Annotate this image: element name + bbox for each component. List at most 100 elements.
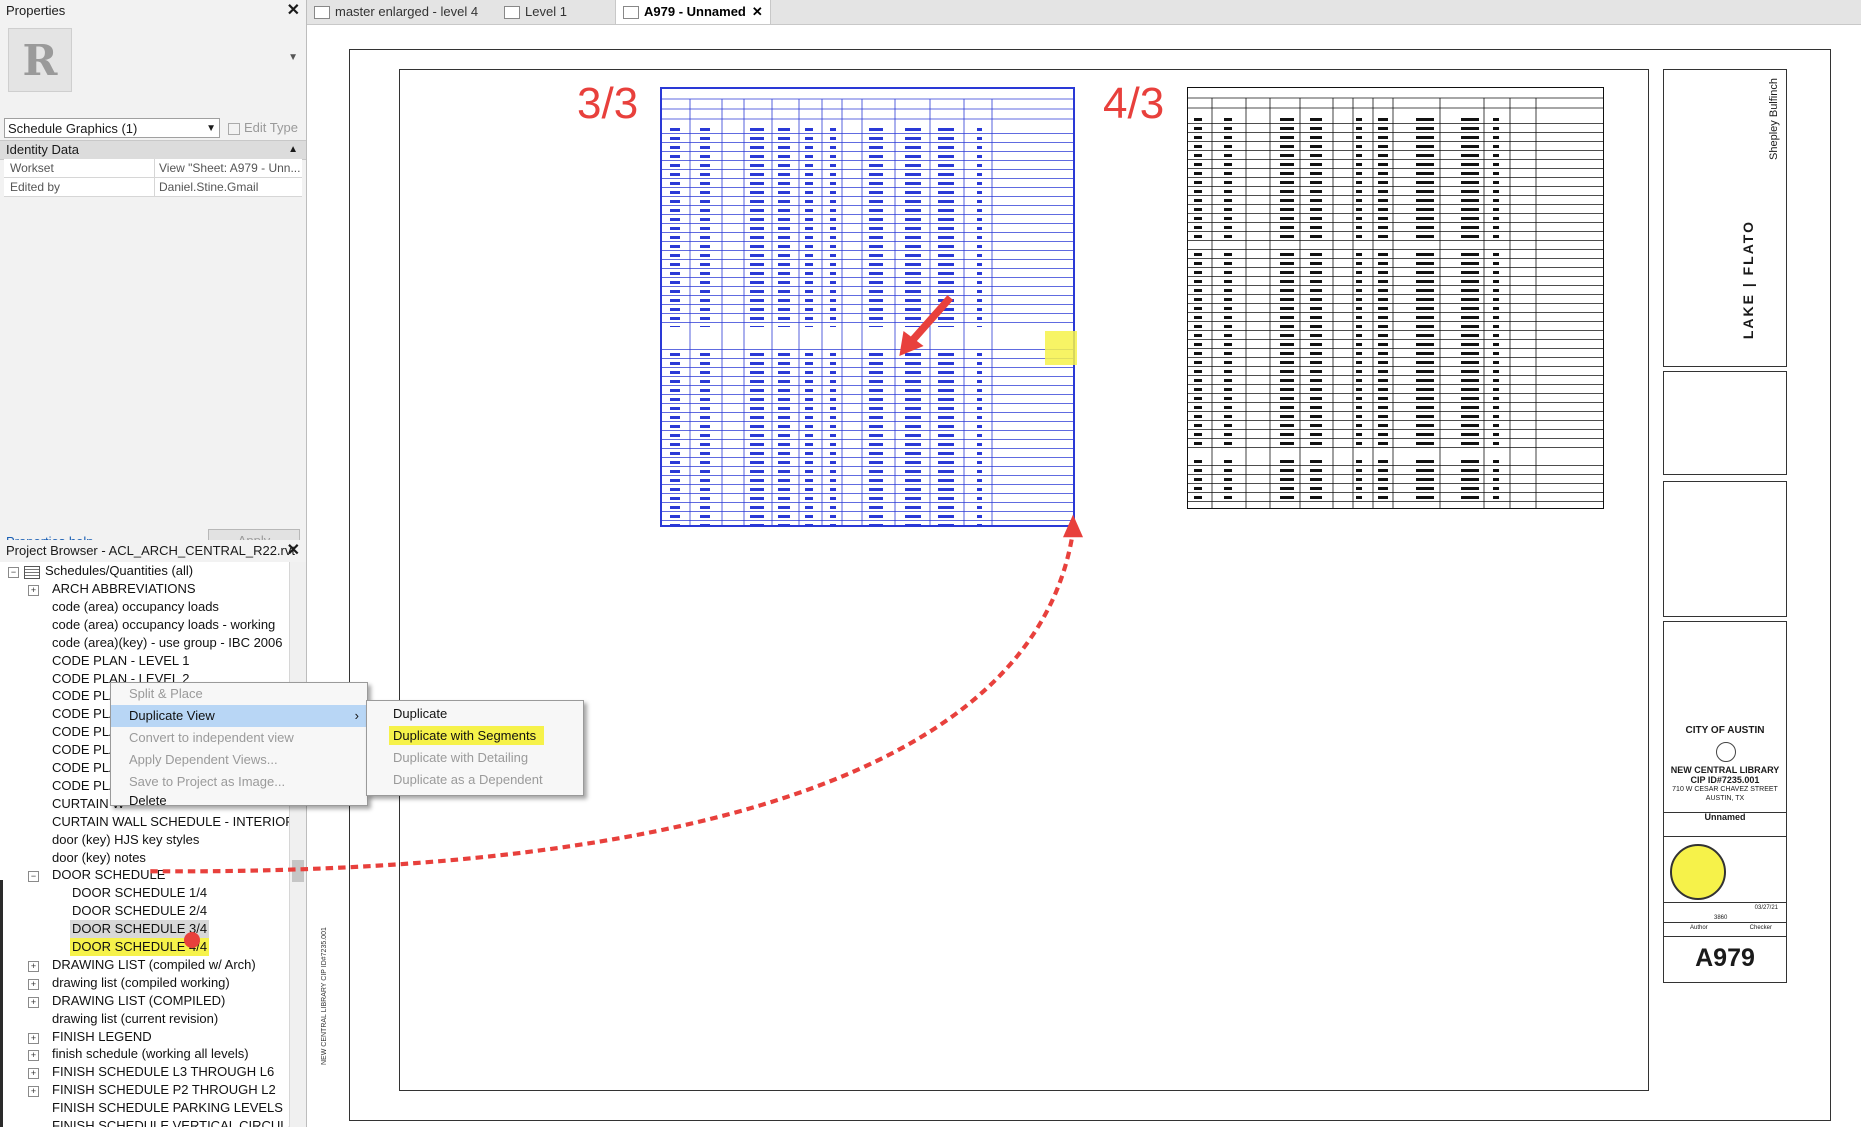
- schedule-icon: [24, 566, 40, 579]
- schedule-grid: [1188, 97, 1603, 508]
- segment-label-right: 4/3: [1103, 79, 1165, 128]
- segment-label-left: 3/3: [577, 79, 639, 128]
- schedule-segment-3[interactable]: [660, 87, 1075, 527]
- collapse-icon[interactable]: −: [8, 567, 19, 578]
- tree-item[interactable]: finish schedule (working all levels): [50, 1045, 251, 1063]
- divider: [1664, 902, 1786, 903]
- menu-item-save-as-image[interactable]: Save to Project as Image...: [111, 771, 367, 793]
- submenu-item-duplicate-as-dependent[interactable]: Duplicate as a Dependent: [367, 769, 583, 791]
- menu-item-delete[interactable]: Delete: [111, 793, 367, 809]
- close-icon[interactable]: ✕: [287, 540, 300, 562]
- title-block-revisions: [1663, 481, 1787, 617]
- tree-item[interactable]: DOOR SCHEDULE: [50, 866, 167, 884]
- tree-item[interactable]: FINISH LEGEND: [50, 1028, 154, 1046]
- edit-type-label: Edit Type: [244, 120, 298, 135]
- tree-item[interactable]: code (area) occupancy loads - working: [50, 616, 277, 634]
- tree-item[interactable]: drawing list (compiled working): [50, 974, 232, 992]
- drawn-by: Author: [1690, 925, 1708, 931]
- expand-icon[interactable]: +: [28, 978, 39, 990]
- close-icon[interactable]: ✕: [287, 0, 300, 22]
- project-browser-scrollbar[interactable]: [289, 562, 306, 1127]
- tree-item[interactable]: FINISH SCHEDULE VERTICAL CIRCULATION: [50, 1117, 290, 1127]
- firm-name-2: LAKE | FLATO: [1740, 220, 1756, 340]
- menu-item-split-place[interactable]: Split & Place: [111, 683, 367, 705]
- type-selector-value: Schedule Graphics (1): [8, 121, 138, 136]
- property-value: Daniel.Stine.Gmail: [154, 178, 302, 196]
- window-edge: [0, 880, 3, 1127]
- property-row-edited-by[interactable]: Edited by Daniel.Stine.Gmail: [4, 178, 302, 197]
- submenu-item-duplicate-with-detailing[interactable]: Duplicate with Detailing: [367, 747, 583, 769]
- tree-item[interactable]: FINISH SCHEDULE L3 THROUGH L6: [50, 1063, 276, 1081]
- properties-header: Properties ✕: [0, 0, 306, 23]
- expand-icon[interactable]: +: [28, 1068, 39, 1080]
- chevron-down-icon[interactable]: ▼: [288, 52, 298, 63]
- expand-icon[interactable]: +: [28, 585, 39, 596]
- tree-root[interactable]: Schedules/Quantities (all): [45, 562, 193, 580]
- identity-data-label: Identity Data: [6, 142, 79, 157]
- menu-item-label: Split & Place: [129, 686, 203, 701]
- expand-icon[interactable]: +: [28, 1050, 39, 1062]
- menu-item-apply-dependent[interactable]: Apply Dependent Views...: [111, 749, 367, 771]
- sheet-icon: [623, 6, 639, 19]
- property-row-workset[interactable]: Workset View "Sheet: A979 - Unn...: [4, 159, 302, 178]
- tree-item[interactable]: DOOR SCHEDULE 2/4: [70, 902, 209, 920]
- project-browser-title: Project Browser - ACL_ARCH_CENTRAL_R22.r…: [6, 543, 295, 558]
- title-block-project: CITY OF AUSTIN NEW CENTRAL LIBRARY CIP I…: [1663, 621, 1787, 983]
- chevron-up-icon: ▲: [288, 144, 298, 155]
- tree-item[interactable]: DOOR SCHEDULE 1/4: [70, 884, 209, 902]
- checked-by: Checker: [1749, 925, 1772, 931]
- expand-icon[interactable]: +: [28, 1032, 39, 1044]
- expand-icon[interactable]: +: [28, 1086, 39, 1098]
- sheet-canvas[interactable]: NEW CENTRAL LIBRARY CIP ID#7235.001 3/3 …: [150, 25, 1861, 1127]
- tree-item[interactable]: DRAWING LIST (COMPILED): [50, 992, 227, 1010]
- type-selector[interactable]: Schedule Graphics (1) ▼: [4, 118, 220, 138]
- tree-item[interactable]: code (area) occupancy loads: [50, 598, 221, 616]
- tree-item[interactable]: FINISH SCHEDULE PARKING LEVELS: [50, 1099, 285, 1117]
- title-block-box: [1663, 371, 1787, 475]
- revit-logo-icon: R: [8, 28, 72, 92]
- schedule-segment-4[interactable]: [1187, 87, 1604, 509]
- scrollbar-thumb[interactable]: [292, 860, 304, 882]
- menu-item-label: Duplicate View: [129, 708, 215, 723]
- tree-item[interactable]: DRAWING LIST (compiled w/ Arch): [50, 956, 258, 974]
- menu-item-label: Convert to independent view: [129, 730, 294, 745]
- tree-item[interactable]: CODE PLAN - LEVEL 1: [50, 652, 192, 670]
- submenu-item-duplicate[interactable]: Duplicate: [367, 703, 583, 725]
- architect-seal-icon: [1670, 844, 1726, 900]
- close-tab-icon[interactable]: ✕: [752, 4, 763, 19]
- menu-item-duplicate-view[interactable]: Duplicate View ›: [111, 705, 367, 727]
- tree-item[interactable]: code (area)(key) - use group - IBC 2006: [50, 634, 285, 652]
- tab-label: master enlarged - level 4: [335, 4, 479, 19]
- tree-item[interactable]: drawing list (current revision): [50, 1010, 220, 1028]
- project-number: 3860: [1714, 915, 1728, 921]
- properties-body: R ▼ Schedule Graphics (1) ▼ Edit Type Id…: [0, 22, 306, 553]
- expand-icon[interactable]: +: [28, 996, 39, 1008]
- tab-a979-unnamed[interactable]: A979 - Unnamed ✕: [615, 0, 771, 24]
- schedule-grid: [662, 98, 1073, 525]
- divider: [1664, 922, 1786, 923]
- context-menu: Split & Place Duplicate View › Convert to…: [110, 682, 368, 809]
- expand-icon[interactable]: +: [28, 960, 39, 972]
- menu-item-label: Save to Project as Image...: [129, 774, 286, 789]
- city-seal-icon: [1716, 742, 1736, 762]
- identity-data-section[interactable]: Identity Data ▲: [0, 140, 306, 160]
- divider: [1664, 936, 1786, 937]
- menu-item-label: Delete: [129, 793, 167, 808]
- tab-master-enlarged-level-4[interactable]: master enlarged - level 4: [307, 0, 505, 24]
- floor-plan-icon: [504, 6, 520, 19]
- tree-item[interactable]: door (key) notes: [50, 849, 148, 867]
- tree-item[interactable]: FINISH SCHEDULE P2 THROUGH L2: [50, 1081, 278, 1099]
- menu-item-label: Duplicate as a Dependent: [393, 772, 543, 787]
- edit-type-button[interactable]: Edit Type: [228, 118, 298, 138]
- sheet-date: 03/27/21: [1754, 905, 1778, 911]
- tree-item[interactable]: ARCH ABBREVIATIONS: [50, 580, 198, 598]
- tab-level-1[interactable]: Level 1: [497, 0, 615, 24]
- collapse-icon[interactable]: −: [28, 871, 39, 883]
- properties-title: Properties: [6, 3, 66, 18]
- tree-item[interactable]: door (key) HJS key styles: [50, 831, 201, 849]
- chevron-down-icon: ▼: [206, 123, 216, 134]
- tree-item[interactable]: CURTAIN WALL SCHEDULE - INTERIOR: [50, 813, 290, 831]
- project-address-2: AUSTIN, TX: [1705, 795, 1745, 802]
- menu-item-convert-independent[interactable]: Convert to independent view: [111, 727, 367, 749]
- submenu-item-duplicate-with-segments[interactable]: Duplicate with Segments: [367, 725, 583, 747]
